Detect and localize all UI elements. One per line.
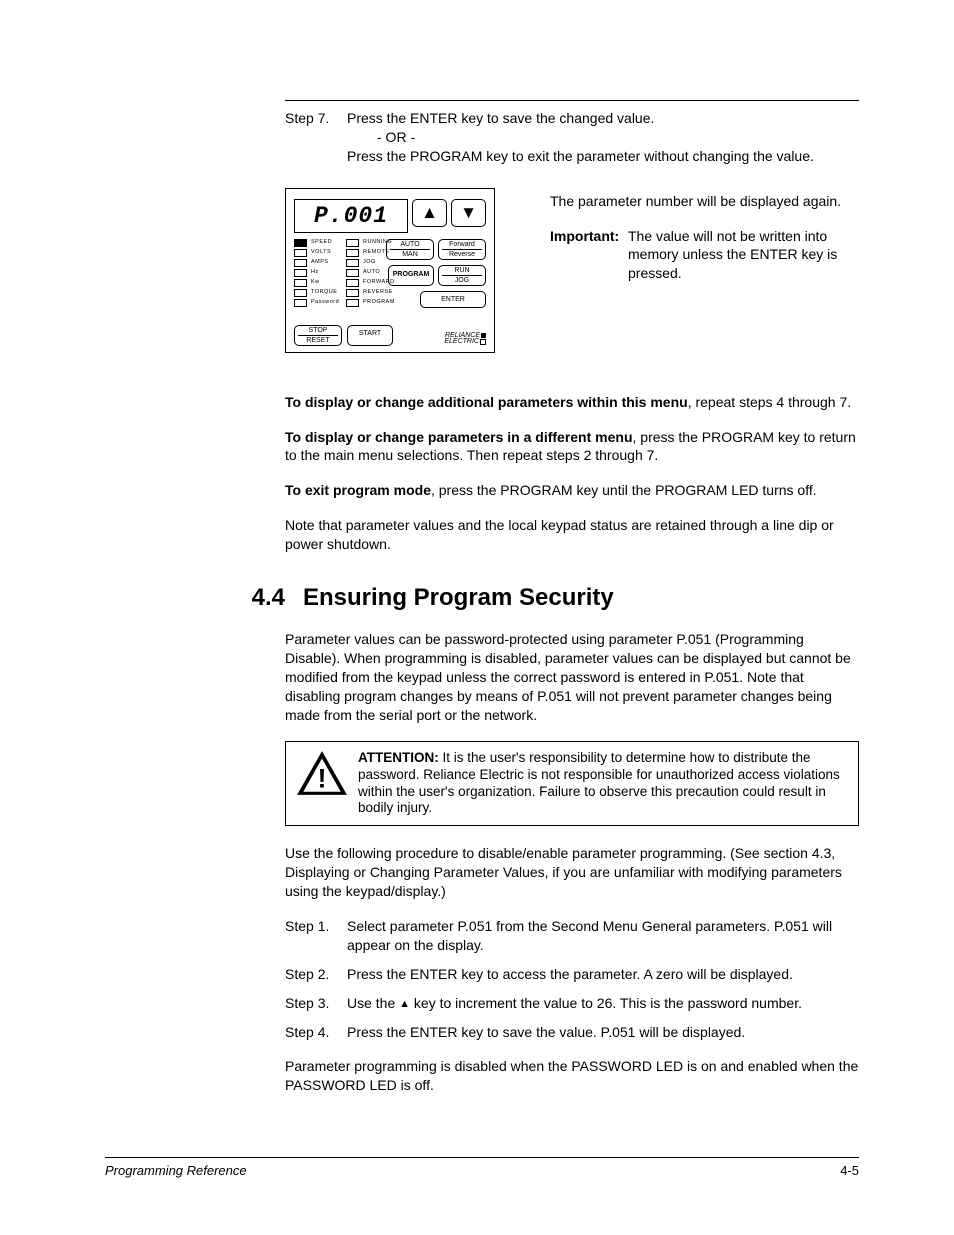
led-row: PROGRAM [346, 299, 398, 308]
side-p1: The parameter number will be displayed a… [550, 192, 859, 211]
led-label: AUTO [363, 270, 380, 276]
enter-button[interactable]: ENTER [420, 291, 486, 308]
para-additional: To display or change additional paramete… [285, 393, 859, 412]
stop-reset-button[interactable]: STOPRESET [294, 325, 342, 346]
step-row: Step 1.Select parameter P.051 from the S… [285, 917, 859, 955]
para-different-menu: To display or change parameters in a dif… [285, 428, 859, 466]
forward-reverse-button[interactable]: ForwardReverse [438, 239, 486, 260]
led-indicator [346, 279, 359, 287]
led-label: AMPS [311, 260, 329, 266]
step-row: Step 2.Press the ENTER key to access the… [285, 965, 859, 984]
led-indicator [294, 299, 307, 307]
footer-left: Programming Reference [105, 1162, 247, 1180]
led-indicator [294, 289, 307, 297]
led-label: TORQUE [311, 290, 337, 296]
led-indicator [294, 279, 307, 287]
led-label: SPEED [311, 240, 332, 246]
led-row: REVERSE [346, 289, 398, 298]
step-body: Press the ENTER key to save the changed … [347, 109, 859, 166]
led-indicator [346, 299, 359, 307]
mid-paragraphs: To display or change additional paramete… [285, 393, 859, 554]
section-title: Ensuring Program Security [303, 582, 614, 614]
attention-box: ! ATTENTION: It is the user's responsibi… [285, 741, 859, 827]
keypad-row: P.001 ▲ ▼ SPEED VOLTS AMPS Hz Kw TORQUE Passwo… [285, 188, 859, 353]
important-note: Important: The value will not be written… [550, 227, 859, 284]
warning-icon: ! [296, 750, 348, 790]
led-row: AMPS [294, 259, 346, 268]
step-label: Step 3. [285, 994, 347, 1013]
led-indicator [346, 259, 359, 267]
led-label: Hz [311, 270, 319, 276]
step-body: Use the ▲ key to increment the value to … [347, 994, 859, 1013]
led-indicator [346, 289, 359, 297]
up-arrow-icon: ▲ [399, 998, 410, 1010]
step-body: Select parameter P.051 from the Second M… [347, 917, 859, 955]
led-label: REVERSE [363, 290, 393, 296]
led-indicator [294, 239, 307, 247]
step-label: Step 7. [285, 109, 347, 166]
step7-line2: Press the PROGRAM key to exit the parame… [347, 147, 859, 166]
svg-text:!: ! [317, 763, 326, 793]
step7-block: Step 7. Press the ENTER key to save the … [285, 100, 859, 353]
auto-man-button[interactable]: AUTOMAN [386, 239, 434, 260]
important-label: Important: [550, 227, 628, 284]
important-text: The value will not be written into memor… [628, 227, 859, 284]
keypad-display: P.001 [294, 199, 408, 233]
led-indicator [346, 269, 359, 277]
footer-right: 4-5 [840, 1162, 859, 1180]
program-button[interactable]: PROGRAM [388, 265, 434, 286]
keypad-device: P.001 ▲ ▼ SPEED VOLTS AMPS Hz Kw TORQUE Passwo… [285, 188, 495, 353]
led-label: PROGRAM [363, 300, 395, 306]
led-indicator [294, 259, 307, 267]
step-row: Step 3.Use the ▲ key to increment the va… [285, 994, 859, 1013]
keypad-col: P.001 ▲ ▼ SPEED VOLTS AMPS Hz Kw TORQUE Passwo… [285, 188, 505, 353]
step7-line1: Press the ENTER key to save the changed … [347, 109, 859, 128]
led-row: Hz [294, 269, 346, 278]
led-indicator [294, 269, 307, 277]
led-label: VOLTS [311, 250, 331, 256]
run-jog-button[interactable]: RUNJOG [438, 265, 486, 286]
down-arrow-button[interactable]: ▼ [451, 199, 486, 227]
page: Step 7. Press the ENTER key to save the … [0, 0, 954, 1235]
step-body: Press the ENTER key to save the value. P… [347, 1023, 859, 1042]
step7-or: - OR - [377, 128, 859, 147]
page-footer: Programming Reference 4-5 [105, 1157, 859, 1180]
steps-list: Step 1.Select parameter P.051 from the S… [285, 917, 859, 1041]
led-row: Kw [294, 279, 346, 288]
step-label: Step 2. [285, 965, 347, 984]
closing-para: Parameter programming is disabled when t… [285, 1057, 859, 1095]
para-exit: To exit program mode, press the PROGRAM … [285, 481, 859, 500]
step-body: Press the ENTER key to access the parame… [347, 965, 859, 984]
section-number: 4.4 [225, 582, 303, 614]
led-indicator [346, 239, 359, 247]
led-indicator [294, 249, 307, 257]
brand-logo: RELIANCE ELECTRIC [444, 333, 486, 346]
led-label: Kw [311, 280, 320, 286]
up-arrow-button[interactable]: ▲ [412, 199, 447, 227]
step-label: Step 4. [285, 1023, 347, 1042]
step-row: Step 4.Press the ENTER key to save the v… [285, 1023, 859, 1042]
use-procedure: Use the following procedure to disable/e… [285, 844, 859, 901]
keypad-side-text: The parameter number will be displayed a… [550, 188, 859, 284]
section-intro: Parameter values can be password-protect… [285, 630, 859, 724]
attention-text: ATTENTION: It is the user's responsibili… [358, 750, 848, 818]
led-label: Password [311, 300, 339, 306]
led-row: TORQUE [294, 289, 346, 298]
section-heading: 4.4 Ensuring Program Security [285, 582, 859, 614]
para-note-retention: Note that parameter values and the local… [285, 516, 859, 554]
led-indicator [346, 249, 359, 257]
section-body: Parameter values can be password-protect… [285, 630, 859, 1095]
start-button[interactable]: START [347, 325, 393, 346]
step-label: Step 1. [285, 917, 347, 955]
led-row: VOLTS [294, 249, 346, 258]
led-row: Password [294, 299, 346, 308]
led-row: SPEED [294, 239, 346, 248]
led-label: JOG [363, 260, 376, 266]
